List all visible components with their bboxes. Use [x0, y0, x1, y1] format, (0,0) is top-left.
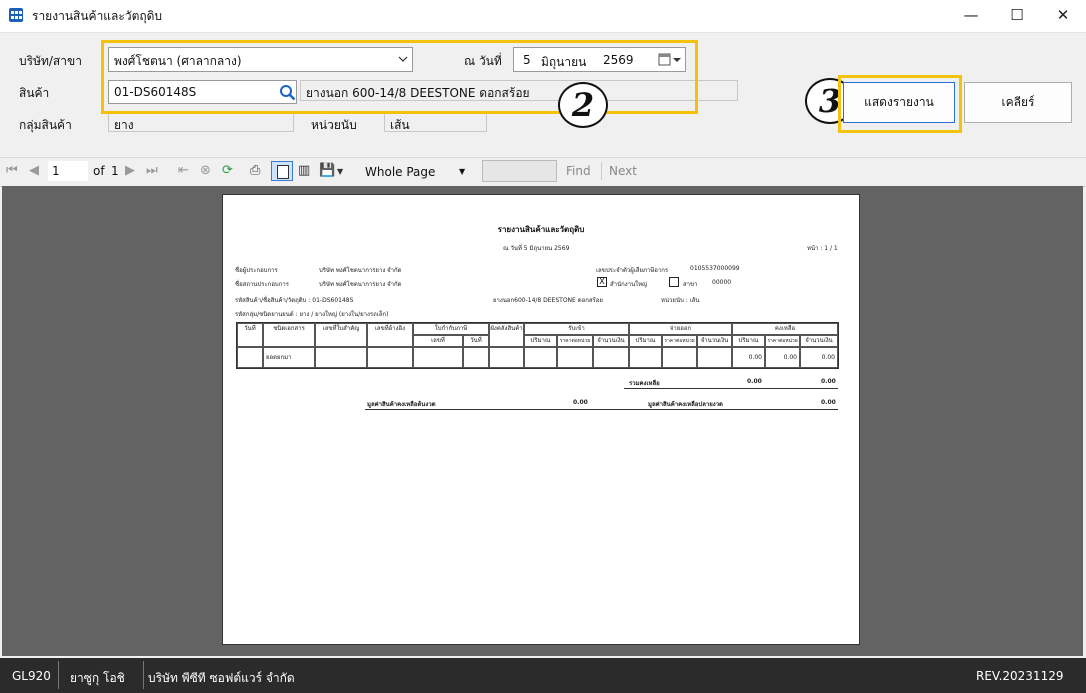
col-in-qty: ปริมาณ	[524, 335, 557, 347]
branch-checkbox	[669, 277, 679, 287]
operator-label: ชื่อผู้ประกอบการ	[235, 267, 278, 274]
next-page-icon[interactable]: ▶	[125, 163, 135, 179]
value-end-label: มูลค่าสินค้าคงเหลือปลายงวด	[648, 401, 723, 408]
report-title: รายงานสินค้าและวัตถุดิบ	[497, 225, 585, 234]
back-icon[interactable]: ⇤	[178, 163, 189, 179]
col-out-amount: จำนวนเงิน	[697, 335, 732, 347]
prev-page-icon[interactable]: ◀	[29, 163, 39, 179]
app-icon	[9, 8, 23, 22]
operator-value: บริษัท พงศ์โชตนาการยาง จำกัด	[319, 267, 402, 274]
branch-no: 00000	[712, 279, 732, 286]
unit-field: เส้น	[384, 113, 487, 132]
taxid-value: 0105537000099	[690, 265, 740, 272]
status-revision: REV.20231129	[976, 669, 1064, 683]
row-bal-qty: 0.00	[732, 347, 765, 368]
col-in-price: ราคาต่อหน่วย	[557, 335, 593, 347]
col-taxinv: ใบกำกับภาษี	[413, 323, 489, 335]
stop-icon[interactable]: ⊗	[200, 163, 211, 179]
group-line: รหัสกลุ่ม/ชนิดยานยนต์ : ยาง / ยางใหญ่ (ย…	[235, 311, 389, 318]
unit-value: เส้น	[390, 118, 410, 132]
last-page-icon[interactable]: ⏭	[146, 163, 158, 179]
head-office-checkbox: X	[597, 277, 607, 287]
status-code: GL920	[12, 669, 51, 683]
taxid-label: เลขประจำตัวผู้เสียภาษีอากร	[596, 267, 669, 274]
col-ref: เลขที่อ้างอิง	[367, 323, 413, 347]
product-name-line: ยางนอก600-14/8 DEESTONE ดอกสร้อย	[493, 297, 603, 304]
total-amount: 0.00	[821, 378, 836, 385]
show-report-button[interactable]: แสดงรายงาน	[843, 82, 955, 123]
row-bal-amount: 0.00	[800, 347, 838, 368]
group-value: ยาง	[114, 118, 134, 132]
col-taxinv-date: วันที่	[463, 335, 489, 347]
group-label: กลุ่มสินค้า	[19, 118, 72, 132]
product-code-line: รหัสสินค้า/ชื่อสินค้า/วัตถุดิบ : 01-DS60…	[235, 297, 354, 304]
col-out-qty: ปริมาณ	[629, 335, 662, 347]
status-user: ยาซูกุ โอชิ	[70, 671, 125, 685]
branch-label: บริษัท/สาขา	[19, 54, 82, 68]
col-in: รับเข้า	[524, 323, 629, 335]
window-title: รายงานสินค้าและวัตถุดิบ	[32, 9, 163, 23]
col-docno: เลขที่ใบสำคัญ	[315, 323, 367, 347]
col-out-price: ราคาต่อหน่วย	[662, 335, 697, 347]
page-number-input[interactable]: 1	[48, 161, 88, 181]
print-layout-icon[interactable]	[271, 161, 293, 181]
report-table: วันที่ ชนิดเอกสาร เลขที่ใบสำคัญ เลขที่อ้…	[236, 322, 839, 369]
refresh-icon[interactable]: ⟳	[222, 163, 233, 179]
col-doctype: ชนิดเอกสาร	[263, 323, 315, 347]
place-value: บริษัท พงศ์โชตนาการยาง จำกัด	[319, 281, 402, 288]
clear-button[interactable]: เคลียร์	[964, 82, 1072, 123]
status-bar: GL920 ยาซูกุ โอชิ บริษัท พีซีที ซอฟต์แวร…	[0, 658, 1086, 693]
col-bal-price: ราคาต่อหน่วย	[765, 335, 800, 347]
export-icon[interactable]: 💾	[319, 163, 335, 179]
value-begin: 0.00	[573, 399, 588, 406]
report-toolbar: ⏮ ◀ 1 of 1 ▶ ⏭ ⇤ ⊗ ⟳ ⎙ ▥ 💾 ▼ Whole Page …	[0, 157, 1086, 187]
col-bal-amount: จำนวนเงิน	[800, 335, 838, 347]
col-bal: คงเหลือ	[732, 323, 838, 335]
value-begin-label: มูลค่าสินค้าคงเหลือต้นงวด	[367, 401, 436, 408]
close-button[interactable]: ✕	[1040, 0, 1086, 32]
page-setup-icon[interactable]: ▥	[298, 163, 310, 179]
zoom-select[interactable]: Whole Page ▼	[359, 162, 474, 182]
col-taxinv-no: เลขที่	[413, 335, 463, 347]
title-bar: รายงานสินค้าและวัตถุดิบ — ☐ ✕	[0, 0, 1086, 33]
page-total: 1	[111, 164, 119, 178]
find-button[interactable]: Find	[566, 164, 591, 178]
branch-label-report: สาขา	[683, 281, 698, 288]
total-label: รวมคงเหลือ	[629, 380, 660, 387]
of-label: of	[93, 164, 105, 178]
zoom-value: Whole Page	[365, 165, 436, 179]
print-icon[interactable]: ⎙	[250, 163, 260, 179]
callout-2: 2	[558, 82, 608, 128]
maximize-button[interactable]: ☐	[994, 0, 1040, 32]
report-page: รายงานสินค้าและวัตถุดิบ ณ วันที่ 5 มิถุน…	[222, 194, 860, 645]
value-end: 0.00	[821, 399, 836, 406]
row-bal-price: 0.00	[765, 347, 800, 368]
col-in-amount: จำนวนเงิน	[593, 335, 629, 347]
report-page-label: หน้า : 1 / 1	[807, 245, 838, 252]
minimize-button[interactable]: —	[948, 0, 994, 32]
product-label: สินค้า	[19, 86, 50, 100]
first-page-icon[interactable]: ⏮	[6, 163, 18, 179]
col-warehouse: ผังคลังสินค้า	[489, 323, 524, 347]
export-dropdown-icon[interactable]: ▼	[337, 167, 343, 176]
head-office-label: สำนักงานใหญ่	[610, 281, 648, 288]
find-input[interactable]	[482, 160, 557, 182]
find-next-button[interactable]: Next	[609, 164, 637, 178]
status-company: บริษัท พีซีที ซอฟต์แวร์ จำกัด	[148, 671, 295, 685]
report-date: ณ วันที่ 5 มิถุนายน 2569	[503, 245, 570, 252]
place-label: ชื่อสถานประกอบการ	[235, 281, 289, 288]
col-bal-qty: ปริมาณ	[732, 335, 765, 347]
row-doctype: ยอดยกมา	[263, 347, 315, 368]
total-qty: 0.00	[747, 378, 762, 385]
unit-label: หน่วยนับ	[311, 118, 357, 132]
highlight-frame-2	[101, 40, 698, 114]
col-out: จ่ายออก	[629, 323, 732, 335]
page-number-value: 1	[52, 164, 60, 178]
zoom-dropdown-icon: ▼	[459, 167, 466, 176]
group-field: ยาง	[108, 113, 294, 132]
col-date: วันที่	[237, 323, 263, 347]
unit-line: หน่วยนับ : เส้น	[661, 297, 700, 304]
